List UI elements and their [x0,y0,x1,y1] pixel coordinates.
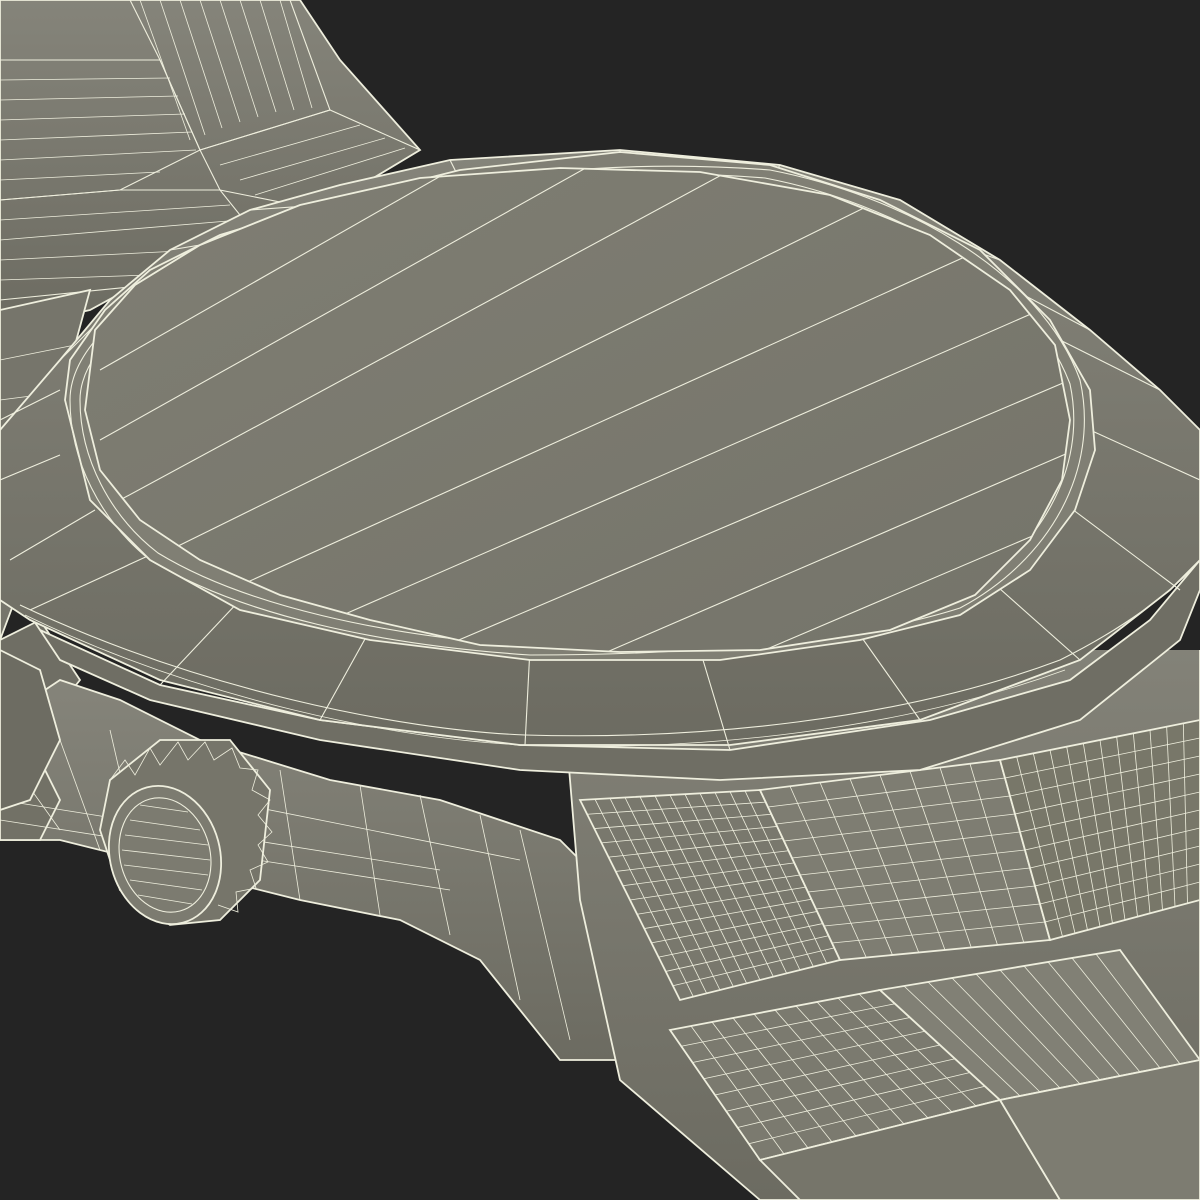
watch-wireframe-render [0,0,1200,1200]
